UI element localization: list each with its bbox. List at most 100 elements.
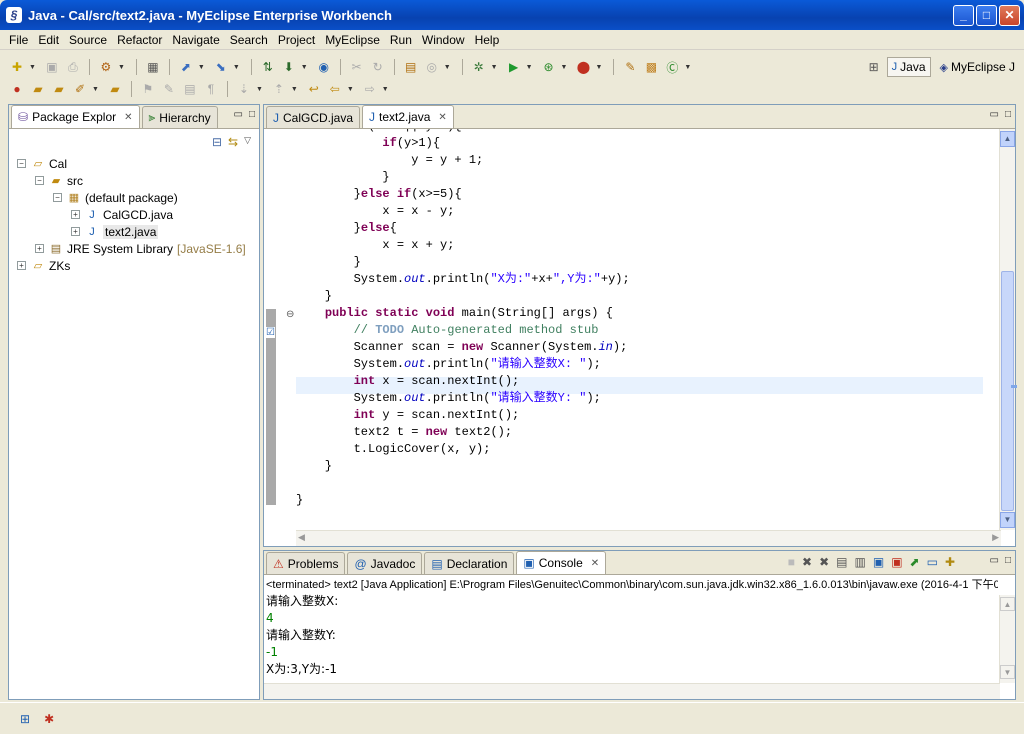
collapse-icon[interactable]: −: [35, 176, 44, 185]
menu-run[interactable]: Run: [385, 33, 417, 47]
editor-horizontal-scrollbar[interactable]: ◀ ▶: [296, 530, 1001, 546]
task-marker-icon[interactable]: ☑: [266, 327, 275, 338]
tab-console[interactable]: ▣ Console ✕: [516, 551, 607, 574]
close-tab-icon[interactable]: ✕: [591, 558, 599, 569]
close-tab-icon[interactable]: ✕: [438, 112, 446, 123]
debug-icon[interactable]: ✲: [470, 58, 488, 76]
collapse-icon[interactable]: −: [53, 193, 62, 202]
globe-icon[interactable]: ◎: [423, 58, 441, 76]
forward-icon[interactable]: ⇨: [361, 80, 379, 98]
link-with-editor-icon[interactable]: ⇆: [228, 135, 238, 149]
scroll-up-icon[interactable]: ▲: [1000, 597, 1015, 611]
collapse-icon[interactable]: −: [17, 159, 26, 168]
maximize-view-icon[interactable]: □: [249, 109, 255, 120]
chevron-down-icon[interactable]: ▼: [233, 64, 240, 71]
deploy-project-icon[interactable]: ⇅: [259, 58, 277, 76]
new-console-icon[interactable]: ✚: [945, 555, 955, 569]
last-edit-icon[interactable]: ↩: [305, 80, 323, 98]
back-icon[interactable]: ⇦: [326, 80, 344, 98]
tab-package-explorer[interactable]: ⛁ Package Explor ✕: [11, 105, 140, 128]
tree-item[interactable]: + ▱ ZKs: [17, 257, 70, 274]
run-icon[interactable]: ▶: [505, 58, 523, 76]
chevron-down-icon[interactable]: ▼: [444, 64, 451, 71]
console-output[interactable]: 请输入整数X: 4 请输入整数Y: -1 X为:3,Y为:-1: [266, 593, 996, 683]
scroll-left-icon[interactable]: ◀: [298, 532, 305, 543]
tree-item[interactable]: + ▤ JRE System Library [JavaSE-1.6]: [35, 240, 246, 257]
expand-icon[interactable]: +: [17, 261, 26, 270]
expand-icon[interactable]: +: [71, 227, 80, 236]
deploy-icon[interactable]: ⬈: [177, 58, 195, 76]
expand-icon[interactable]: +: [71, 210, 80, 219]
console-horizontal-scrollbar[interactable]: [264, 683, 1000, 699]
open-type-icon[interactable]: ▤: [402, 58, 420, 76]
clear-console-icon[interactable]: ▤: [836, 555, 847, 569]
maximize-view-icon[interactable]: □: [1005, 109, 1011, 120]
chevron-down-icon[interactable]: ▼: [118, 64, 125, 71]
open-resource-icon[interactable]: ▰: [106, 80, 124, 98]
menu-source[interactable]: Source: [64, 33, 112, 47]
new-package-icon[interactable]: ▩: [642, 58, 660, 76]
tree-item[interactable]: − ▰ src: [35, 172, 83, 189]
editor-vertical-scrollbar[interactable]: ▲ ▼: [999, 129, 1015, 530]
show-stdout-icon[interactable]: ▣: [873, 555, 884, 569]
bug-icon[interactable]: ✱: [44, 712, 54, 726]
code-editor[interactable]: if(x<1 || y>5){ if(y>1){ y = y + 1; } }e…: [296, 129, 983, 528]
menu-window[interactable]: Window: [417, 33, 470, 47]
previous-annotation-icon[interactable]: ⇡: [270, 80, 288, 98]
external-tools-icon[interactable]: ⬤: [574, 58, 592, 76]
maximize-view-icon[interactable]: □: [1005, 555, 1011, 566]
open-perspective-icon[interactable]: ⊞: [865, 58, 883, 76]
terminate-icon[interactable]: ■: [788, 555, 795, 569]
close-tab-icon[interactable]: ✕: [124, 112, 132, 123]
pin-console-icon[interactable]: ⬈: [910, 555, 920, 569]
tab-hierarchy[interactable]: ⫸ Hierarchy: [141, 106, 218, 128]
chevron-down-icon[interactable]: ▼: [29, 64, 36, 71]
display-console-icon[interactable]: ▭: [927, 555, 938, 569]
open-perspective-icon[interactable]: ●: [8, 80, 26, 98]
edit-icon[interactable]: ✎: [160, 80, 178, 98]
tree-item[interactable]: + J CalGCD.java: [71, 206, 173, 223]
menu-navigate[interactable]: Navigate: [167, 33, 224, 47]
scroll-right-icon[interactable]: ▶: [992, 532, 999, 543]
chevron-down-icon[interactable]: ▼: [526, 64, 533, 71]
tab-javadoc[interactable]: @ Javadoc: [347, 552, 423, 574]
chevron-down-icon[interactable]: ▼: [684, 64, 691, 71]
menu-help[interactable]: Help: [470, 33, 505, 47]
scroll-down-icon[interactable]: ▼: [1000, 512, 1015, 528]
open-project-icon[interactable]: ▰: [50, 80, 68, 98]
web-browser-icon[interactable]: ◉: [315, 58, 333, 76]
minimize-view-icon[interactable]: ▭: [990, 555, 999, 566]
open-browser-icon[interactable]: ⬇: [280, 58, 298, 76]
remove-launch-icon[interactable]: ✖: [802, 555, 812, 569]
chevron-down-icon[interactable]: ▼: [595, 64, 602, 71]
chevron-down-icon[interactable]: ▼: [347, 86, 354, 93]
close-button[interactable]: ✕: [999, 5, 1020, 26]
scroll-up-icon[interactable]: ▲: [1000, 131, 1015, 147]
toggle-mark-icon[interactable]: ⚑: [139, 80, 157, 98]
chevron-down-icon[interactable]: ▼: [198, 64, 205, 71]
scroll-lock-icon[interactable]: ▥: [855, 555, 866, 569]
menu-refactor[interactable]: Refactor: [112, 33, 167, 47]
maximize-button[interactable]: □: [976, 5, 997, 26]
next-annotation-icon[interactable]: ⇣: [235, 80, 253, 98]
new-server-icon[interactable]: ⚙: [97, 58, 115, 76]
java-perspective-button[interactable]: J Java: [886, 57, 931, 77]
view-menu-icon[interactable]: ▽: [244, 135, 251, 149]
tab-declaration[interactable]: ▤ Declaration: [424, 552, 515, 574]
calendar-icon[interactable]: ▦: [144, 58, 162, 76]
chevron-down-icon[interactable]: ▼: [291, 86, 298, 93]
menu-myeclipse[interactable]: MyEclipse: [320, 33, 385, 47]
chevron-down-icon[interactable]: ▼: [561, 64, 568, 71]
chevron-down-icon[interactable]: ▼: [301, 64, 308, 71]
scroll-down-icon[interactable]: ▼: [1000, 665, 1015, 679]
console-vertical-scrollbar[interactable]: ▲ ▼: [999, 595, 1015, 683]
save-icon[interactable]: ▣: [43, 58, 61, 76]
minimize-view-icon[interactable]: ▭: [234, 109, 243, 120]
chevron-down-icon[interactable]: ▼: [92, 86, 99, 93]
refresh-icon[interactable]: ↻: [369, 58, 387, 76]
show-stderr-icon[interactable]: ▣: [891, 555, 902, 569]
scroll-thumb[interactable]: [1001, 271, 1014, 511]
fold-collapse-icon[interactable]: ⊖: [286, 309, 294, 320]
print-icon[interactable]: ⎙: [64, 58, 82, 76]
block-icon[interactable]: ▤: [181, 80, 199, 98]
